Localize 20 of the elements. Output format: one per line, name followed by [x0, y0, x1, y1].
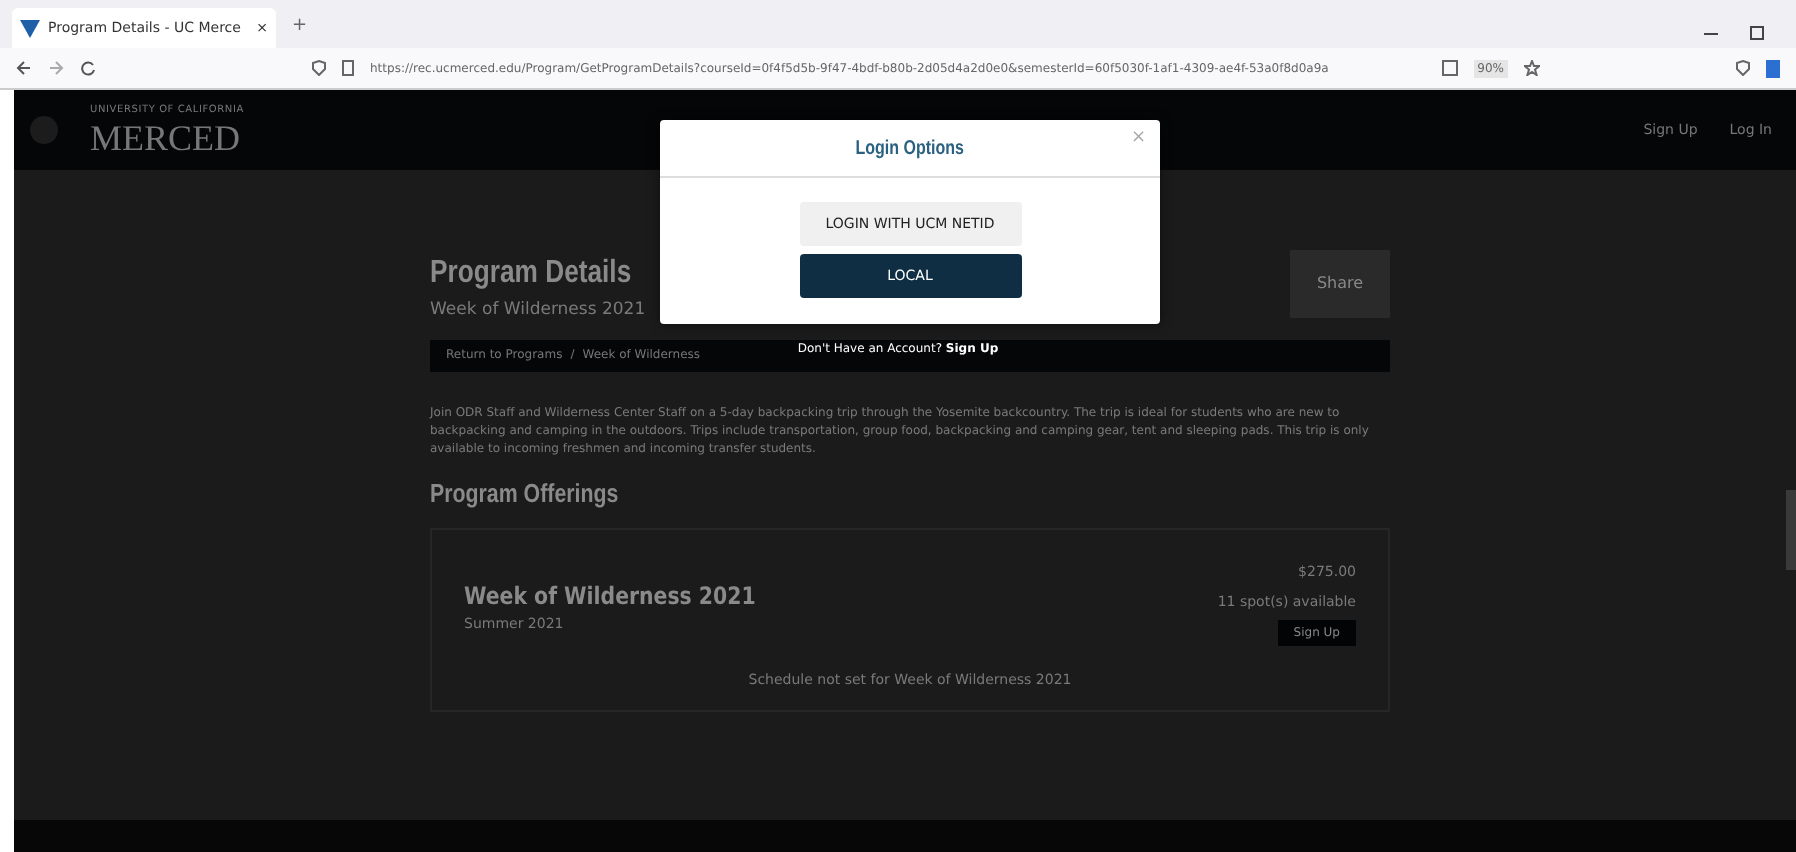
reload-icon[interactable] [80, 60, 96, 76]
restore-icon[interactable] [1750, 26, 1764, 40]
section-heading: Program Offerings [430, 475, 621, 512]
new-tab-button[interactable]: + [292, 13, 308, 40]
share-button[interactable]: Share [1290, 250, 1390, 318]
extension-icon[interactable] [1766, 59, 1780, 77]
logo-icon [30, 116, 58, 144]
logo-text: MERCED [90, 119, 243, 156]
shield-icon [312, 60, 326, 76]
scrollbar[interactable] [1786, 490, 1796, 570]
star-icon[interactable] [1524, 60, 1540, 76]
site-icon [20, 19, 40, 37]
shield-icon[interactable] [1736, 60, 1750, 76]
page-icon [342, 60, 354, 76]
offering-title: Week of Wilderness 2021 [464, 580, 756, 615]
reader-icon[interactable] [1441, 60, 1458, 76]
page-title: Program Details [430, 254, 632, 294]
dialog-title: Login Options [855, 135, 965, 163]
program-subtitle: Week of Wilderness 2021 [430, 298, 648, 324]
back-icon[interactable] [16, 60, 32, 76]
